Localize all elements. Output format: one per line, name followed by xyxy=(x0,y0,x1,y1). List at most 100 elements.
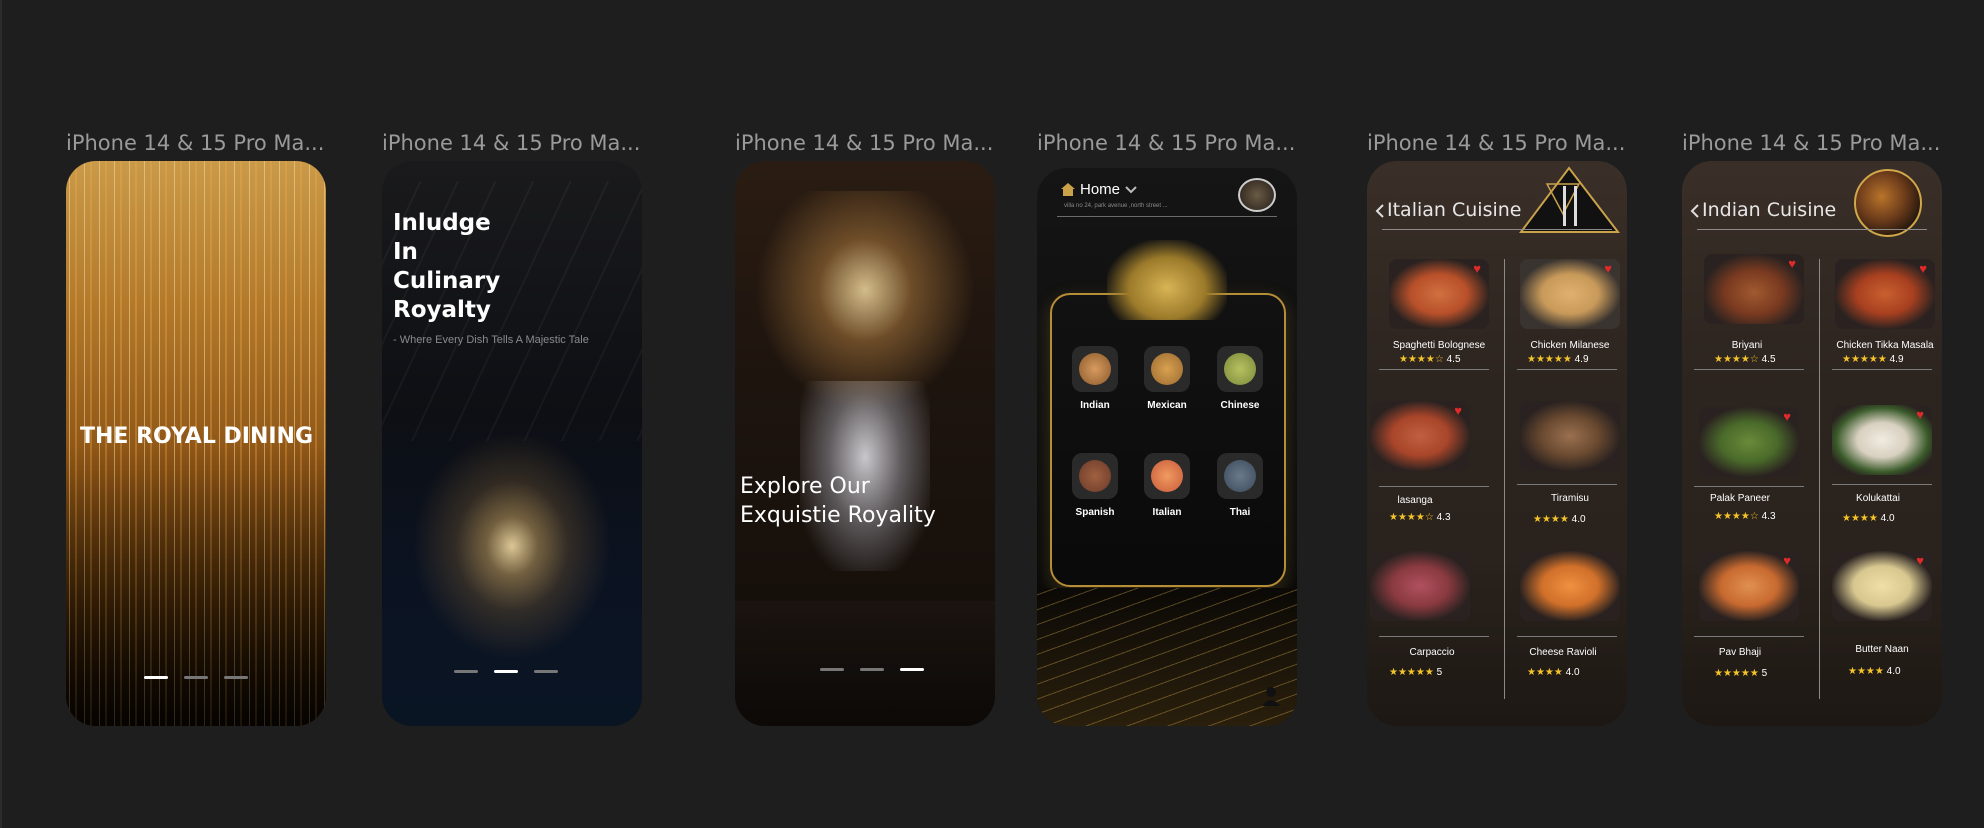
splash-screen-1: THE ROYAL DINING xyxy=(66,161,326,726)
star-rating-icon: ★★★★☆ xyxy=(1389,512,1434,523)
dish-image-palak-paneer[interactable]: ♥ xyxy=(1699,407,1799,477)
dish-image-carpaccio[interactable] xyxy=(1370,551,1470,621)
page-dot-2[interactable] xyxy=(860,668,884,671)
heart-icon[interactable]: ♥ xyxy=(1916,407,1924,422)
page-dot-3[interactable] xyxy=(900,668,924,671)
heading-line-4: Royalty xyxy=(393,297,491,323)
page-dot-2[interactable] xyxy=(184,676,208,679)
rating-value: 4.3 xyxy=(1436,512,1451,523)
heart-icon[interactable]: ♥ xyxy=(1604,261,1612,276)
category-icon xyxy=(1144,453,1190,499)
floor-image xyxy=(735,601,995,726)
dish-image-butter-naan[interactable]: ♥ xyxy=(1832,551,1932,621)
heart-icon[interactable]: ♥ xyxy=(1916,553,1924,568)
column-divider xyxy=(1504,259,1505,699)
dish-image-chicken-tikka-masala[interactable]: ♥ xyxy=(1835,259,1935,329)
dish-image-briyani[interactable]: ♥ xyxy=(1704,254,1804,324)
category-chinese[interactable]: Chinese xyxy=(1210,346,1270,411)
dish-image-lasanga[interactable]: ♥ xyxy=(1370,401,1470,471)
heart-icon[interactable]: ♥ xyxy=(1919,261,1927,276)
chandelier-image xyxy=(755,191,975,411)
category-icon xyxy=(1072,346,1118,392)
category-label: Italian xyxy=(1152,507,1182,518)
frame-label-4[interactable]: iPhone 14 & 15 Pro Ma... xyxy=(1037,131,1295,155)
heart-icon[interactable]: ♥ xyxy=(1473,261,1481,276)
dish-name: Carpaccio xyxy=(1409,647,1455,658)
dish-name: Briyani xyxy=(1731,340,1763,351)
chevron-left-icon[interactable] xyxy=(1375,204,1385,218)
dish-name: Cheese Ravioli xyxy=(1529,647,1597,658)
dish-image-spaghetti-bolognese[interactable]: ♥ xyxy=(1389,259,1489,329)
row-divider xyxy=(1694,636,1804,637)
pagination-dots[interactable] xyxy=(820,668,924,671)
dish-rating: ★★★★☆ 4.5 xyxy=(1399,354,1461,365)
category-label: Spanish xyxy=(1075,507,1115,518)
rating-value: 4.0 xyxy=(1886,666,1901,677)
pagination-dots[interactable] xyxy=(144,676,248,679)
category-label: Thai xyxy=(1229,507,1251,518)
dish-name: Spaghetti Bolognese xyxy=(1392,340,1486,351)
dish-rating: ★★★★★ 5 xyxy=(1389,667,1442,678)
star-rating-icon: ★★★★☆ xyxy=(1399,354,1444,365)
user-icon[interactable] xyxy=(1262,686,1280,706)
frame-label-6[interactable]: iPhone 14 & 15 Pro Ma... xyxy=(1682,131,1940,155)
home-icon xyxy=(1061,183,1075,196)
dish-image-tiramisu[interactable] xyxy=(1520,401,1620,471)
category-mexican[interactable]: Mexican xyxy=(1137,346,1197,411)
frame-label-5[interactable]: iPhone 14 & 15 Pro Ma... xyxy=(1367,131,1625,155)
row-divider xyxy=(1694,369,1804,370)
star-rating-icon: ★★★★ xyxy=(1533,514,1569,525)
star-rating-icon: ★★★★ xyxy=(1527,667,1563,678)
frame-label-3[interactable]: iPhone 14 & 15 Pro Ma... xyxy=(735,131,993,155)
heart-icon[interactable]: ♥ xyxy=(1783,409,1791,424)
cuisine-logo-image xyxy=(1854,169,1922,237)
dish-name: Palak Paneer xyxy=(1709,493,1771,504)
location-label: Home xyxy=(1080,181,1121,198)
chevron-down-icon[interactable] xyxy=(1125,185,1137,194)
title-divider xyxy=(1382,229,1612,230)
frame-label-1[interactable]: iPhone 14 & 15 Pro Ma... xyxy=(66,131,324,155)
star-rating-icon: ★★★★★ xyxy=(1527,354,1572,365)
dish-image-pav-bhaji[interactable]: ♥ xyxy=(1699,551,1799,621)
heart-icon[interactable]: ♥ xyxy=(1788,256,1796,271)
chandelier-image xyxy=(412,431,612,661)
dish-name: Butter Naan xyxy=(1855,644,1909,655)
heading-line-2: Exquistie Royality xyxy=(740,503,936,528)
heart-icon[interactable]: ♥ xyxy=(1783,553,1791,568)
rating-value: 4.0 xyxy=(1880,513,1895,524)
category-indian[interactable]: Indian xyxy=(1065,346,1125,411)
home-screen: Home villa no 24, park avenue ,north str… xyxy=(1037,168,1297,726)
page-dot-3[interactable] xyxy=(534,670,558,673)
dish-rating: ★★★★★ 5 xyxy=(1714,668,1767,679)
row-divider xyxy=(1832,369,1932,370)
category-label: Mexican xyxy=(1147,400,1187,411)
page-dot-1[interactable] xyxy=(820,668,844,671)
heading-line-3: Culinary xyxy=(393,268,501,294)
crown-image xyxy=(1107,240,1227,320)
splash-screen-2: Inludge In Culinary Royalty - Where Ever… xyxy=(382,161,642,726)
dish-image-cheese-ravioli[interactable] xyxy=(1520,551,1620,621)
category-thai[interactable]: Thai xyxy=(1210,453,1270,518)
avatar[interactable] xyxy=(1238,178,1276,212)
location-selector[interactable]: Home xyxy=(1061,181,1137,198)
dish-name: Tiramisu xyxy=(1551,493,1589,504)
category-icon xyxy=(1072,453,1118,499)
frame-label-2[interactable]: iPhone 14 & 15 Pro Ma... xyxy=(382,131,640,155)
heading: Explore Our Exquistie Royality xyxy=(740,472,936,530)
page-dot-2[interactable] xyxy=(494,670,518,673)
page-dot-3[interactable] xyxy=(224,676,248,679)
pagination-dots[interactable] xyxy=(454,670,558,673)
dish-rating: ★★★★ 4.0 xyxy=(1842,513,1895,524)
category-icon xyxy=(1144,346,1190,392)
dish-image-kolukattai[interactable]: ♥ xyxy=(1832,405,1932,475)
dish-rating: ★★★★★ 4.9 xyxy=(1842,354,1904,365)
dish-image-chicken-milanese[interactable]: ♥ xyxy=(1520,259,1620,329)
page-dot-1[interactable] xyxy=(144,676,168,679)
star-rating-icon: ★★★★★ xyxy=(1842,354,1887,365)
category-spanish[interactable]: Spanish xyxy=(1065,453,1125,518)
page-dot-1[interactable] xyxy=(454,670,478,673)
category-italian[interactable]: Italian xyxy=(1137,453,1197,518)
chevron-left-icon[interactable] xyxy=(1690,204,1700,218)
heart-icon[interactable]: ♥ xyxy=(1454,403,1462,418)
dish-name: lasanga xyxy=(1397,495,1433,506)
